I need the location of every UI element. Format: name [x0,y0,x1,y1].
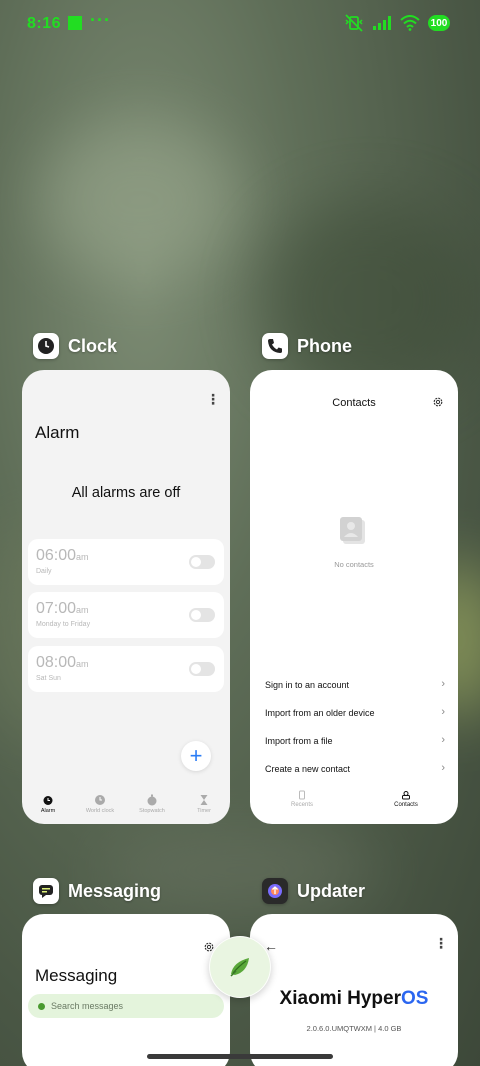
vibrate-off-icon [345,14,363,32]
clock-app-icon [33,333,59,359]
phone-app-preview[interactable]: Contacts No contacts Sign in to an accou… [250,370,458,824]
menu-label: Sign in to an account [265,680,350,690]
create-contact-option[interactable]: Create a new contact › [265,762,445,774]
import-older-device-option[interactable]: Import from an older device › [265,706,445,718]
signal-icon [373,16,391,30]
alarm-repeat: Monday to Friday [36,621,91,628]
tab-label: Contacts [394,802,418,808]
alarm-item[interactable]: 08:00am Sat Sun [28,646,224,692]
status-time: 8:16 [27,15,62,32]
home-indicator[interactable] [147,1054,333,1059]
tab-label: Recents [290,802,313,808]
battery-icon: 100 [428,15,450,31]
phone-app-name: Phone [297,335,353,356]
messaging-app-preview[interactable]: Messaging Search messages [22,914,230,1066]
tab-world-clock[interactable]: World clock [74,790,126,824]
alarm-item[interactable]: 06:00am Daily [28,539,224,585]
clock-app-name: Clock [68,335,118,356]
alarms-off-message: All alarms are off [71,485,181,501]
tab-label: Timer [197,808,211,814]
alarm-item[interactable]: 07:00am Monday to Friday [28,592,224,638]
chevron-right-icon: › [441,762,445,774]
hyperos-brand: Xiaomi HyperOS [279,988,429,1009]
clock-app-header[interactable]: Clock [33,333,117,359]
messaging-app-icon [33,878,59,904]
more-options-icon[interactable]: ⋮ [434,936,448,950]
updater-app-header[interactable]: Updater [262,878,365,904]
status-icons: 100 [344,13,450,33]
chevron-right-icon: › [441,734,445,746]
more-notifications-icon: ··· [90,10,111,30]
notification-square-icon [68,16,82,30]
tab-contacts[interactable]: Contacts [354,786,458,808]
settings-gear-icon[interactable] [432,396,444,408]
chevron-right-icon: › [441,706,445,718]
tab-alarm[interactable]: Alarm [22,790,74,824]
status-bar: 8:16 ··· 100 [0,0,480,48]
search-placeholder: Search messages [51,1001,124,1011]
alarm-clock-icon [43,796,53,805]
phone-app-header[interactable]: Phone [262,333,352,359]
contacts-icon [402,791,410,800]
menu-label: Create a new contact [265,764,351,774]
sign-in-account-option[interactable]: Sign in to an account › [265,678,445,690]
hourglass-icon [200,795,208,805]
messaging-app-name: Messaging [68,880,162,901]
clock-bottom-nav: Alarm World clock Stopwatch Timer [22,790,230,824]
updater-app-preview[interactable]: ← ⋮ Xiaomi HyperOS 2.0.6.0.UMQTWXM | 4.0… [250,914,458,1066]
wifi-icon [400,15,420,31]
clock-app-preview[interactable]: ⋮ Alarm All alarms are off 06:00am Daily… [22,370,230,824]
alarm-toggle[interactable] [189,555,215,569]
search-icon [38,1002,45,1010]
phone-app-icon [262,333,288,359]
contacts-title: Contacts [332,397,376,409]
alarm-repeat: Sat Sun [36,675,61,682]
menu-label: Import from a file [265,736,333,746]
tab-stopwatch[interactable]: Stopwatch [126,790,178,824]
tab-label: Alarm [40,808,56,814]
world-clock-icon [95,795,105,805]
alarm-time: 06:00am [36,547,89,564]
menu-label: Import from an older device [265,708,375,718]
tab-recents[interactable]: Recents [250,786,354,808]
tab-label: World clock [85,808,115,814]
more-options-icon[interactable]: ⋮ [206,392,220,406]
import-file-option[interactable]: Import from a file › [265,734,445,746]
phone-bottom-nav: Recents Contacts [250,786,458,808]
updater-app-name: Updater [297,880,366,901]
alarm-time: 08:00am [36,654,89,671]
stopwatch-icon [147,794,157,806]
messaging-title: Messaging [35,966,118,985]
alarm-toggle[interactable] [189,662,215,676]
search-messages-input[interactable]: Search messages [28,994,224,1018]
clear-recents-button[interactable] [209,936,271,998]
recents-icon [299,790,305,800]
empty-contacts-icon [340,517,365,544]
alarm-repeat: Daily [36,568,52,575]
no-contacts-message: No contacts [334,560,374,569]
leaf-broom-icon [230,958,249,977]
wallpaper-blob [40,120,240,280]
chevron-right-icon: › [441,678,445,690]
updater-app-icon [262,878,288,904]
alarm-time: 07:00am [36,600,89,617]
alarm-toggle[interactable] [189,608,215,622]
tab-label: Stopwatch [139,808,165,814]
tab-timer[interactable]: Timer [178,790,230,824]
alarm-page-title: Alarm [35,423,80,442]
messaging-app-header[interactable]: Messaging [33,878,161,904]
add-alarm-button[interactable]: + [181,741,211,771]
system-version: 2.0.6.0.UMQTWXM | 4.0 GB [306,1024,402,1033]
